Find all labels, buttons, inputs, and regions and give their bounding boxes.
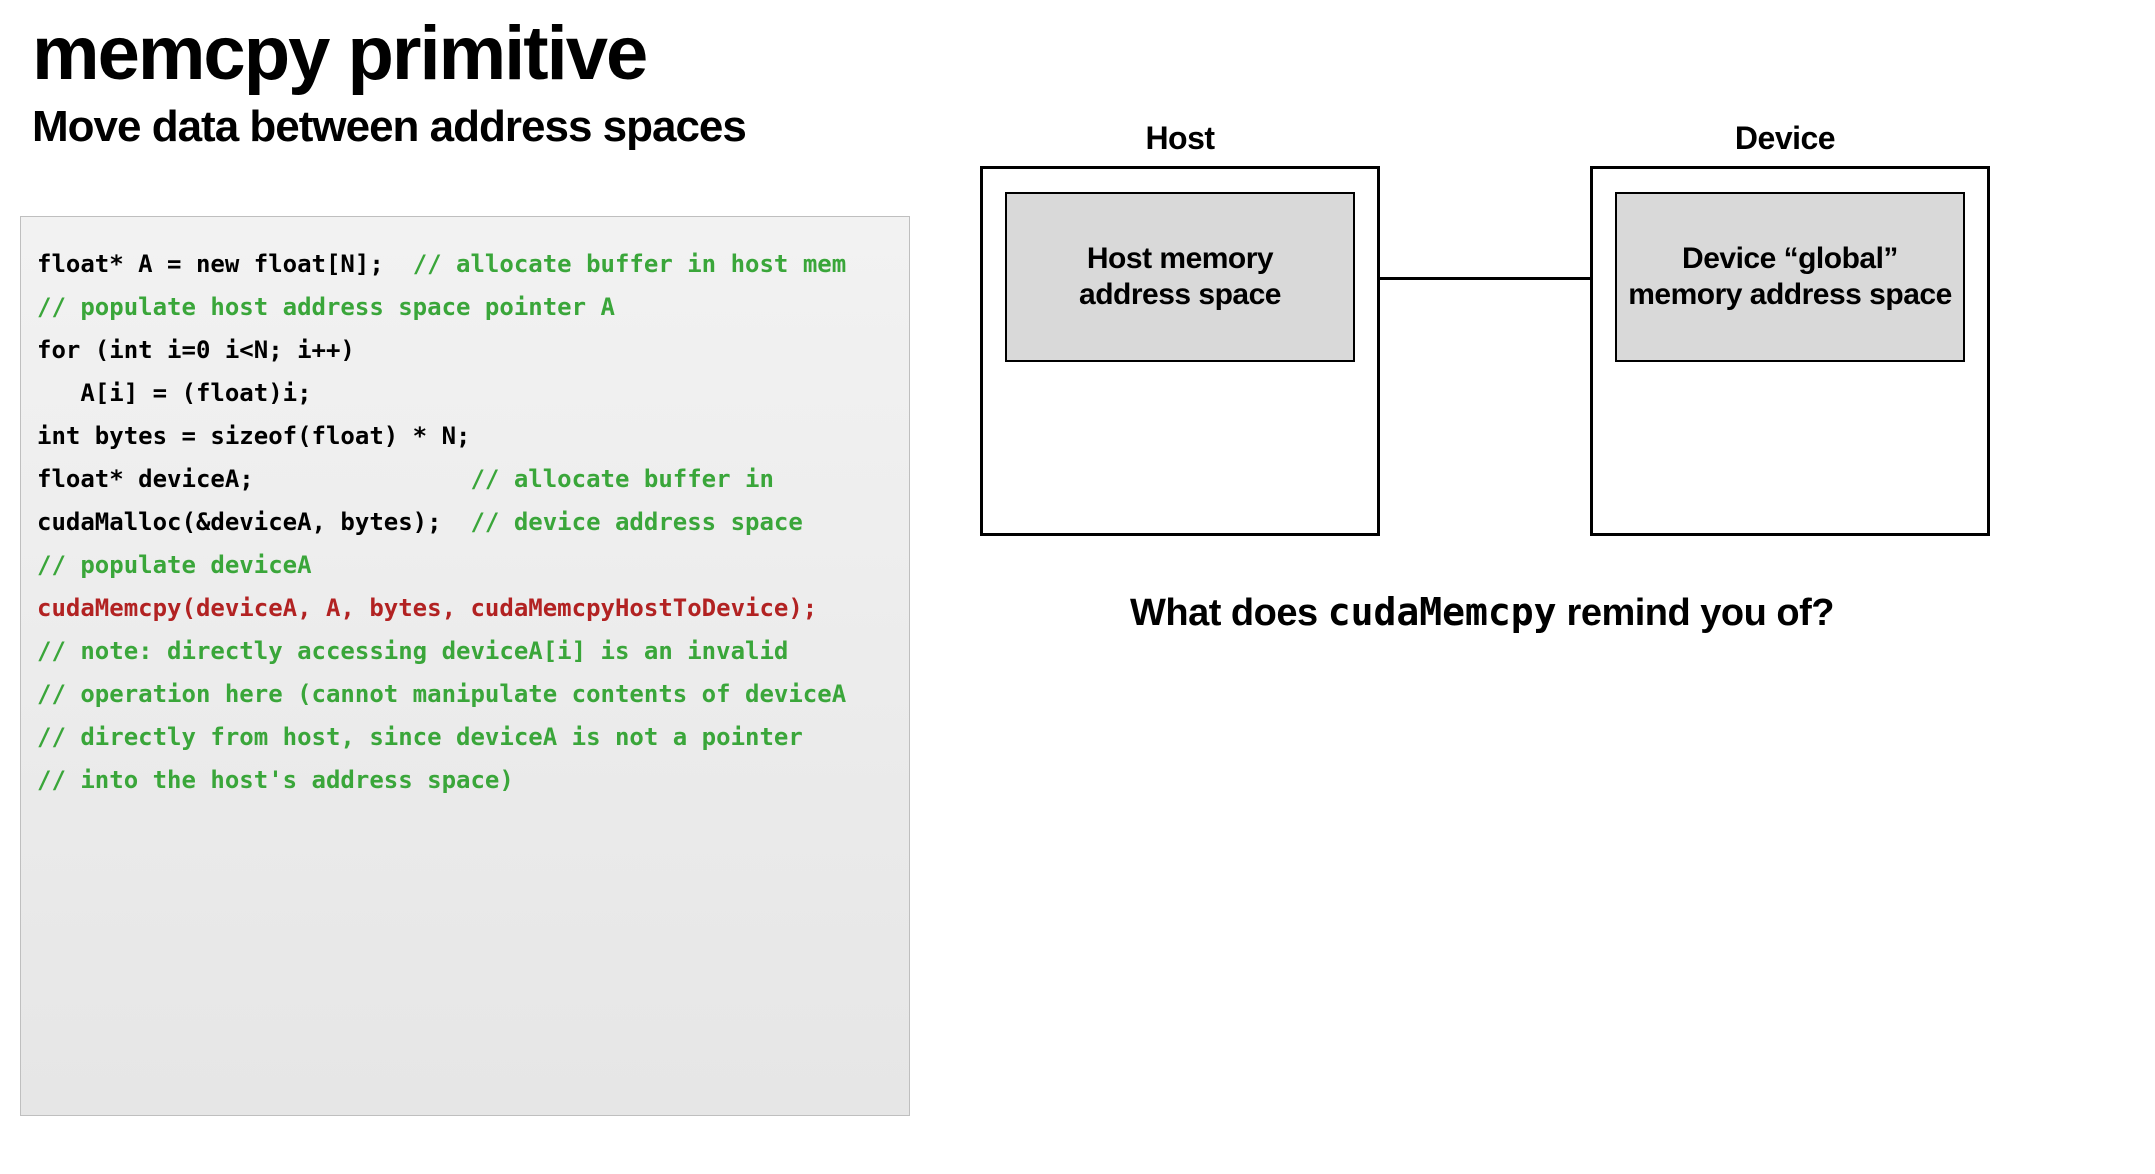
device-label: Device [1730,120,1840,157]
code-comment: // populate deviceA [37,544,893,587]
slide-subtitle: Move data between address spaces [32,102,746,152]
question-text: What does cudaMemcpy remind you of? [1130,590,1834,635]
code-line: int bytes = sizeof(float) * N; [37,415,893,458]
connector-line [1380,277,1590,280]
host-label: Host [1140,120,1220,157]
slide-title: memcpy primitive [32,10,646,97]
code-line: cudaMalloc(&deviceA, bytes); // device a… [37,501,893,544]
code-text: cudaMalloc(&deviceA, bytes); [37,508,470,536]
question-suffix: remind you of? [1556,592,1834,634]
code-comment: // populate host address space pointer A [37,286,893,329]
code-line: for (int i=0 i<N; i++) [37,329,893,372]
code-block: float* A = new float[N]; // allocate buf… [20,216,910,1116]
code-comment: // allocate buffer in host mem [413,250,846,278]
code-comment: // note: directly accessing deviceA[i] i… [37,630,893,673]
device-inner-box: Device “global” memory address space [1615,192,1965,362]
code-comment: // device address space [470,508,802,536]
code-text: float* deviceA; [37,465,470,493]
code-comment: // into the host's address space) [37,759,893,802]
code-line: float* A = new float[N]; // allocate buf… [37,243,893,286]
memory-diagram: Host Device Host memory address space De… [970,120,2110,640]
code-comment: // directly from host, since deviceA is … [37,716,893,759]
code-call: cudaMemcpy(deviceA, A, bytes, cudaMemcpy… [37,587,893,630]
code-comment: // allocate buffer in [470,465,788,493]
code-line: float* deviceA; // allocate buffer in [37,458,893,501]
host-inner-box: Host memory address space [1005,192,1355,362]
question-code: cudaMemcpy [1328,590,1557,634]
question-prefix: What does [1130,592,1328,634]
code-line: A[i] = (float)i; [37,372,893,415]
code-text: float* A = new float[N]; [37,250,413,278]
code-comment: // operation here (cannot manipulate con… [37,673,893,716]
